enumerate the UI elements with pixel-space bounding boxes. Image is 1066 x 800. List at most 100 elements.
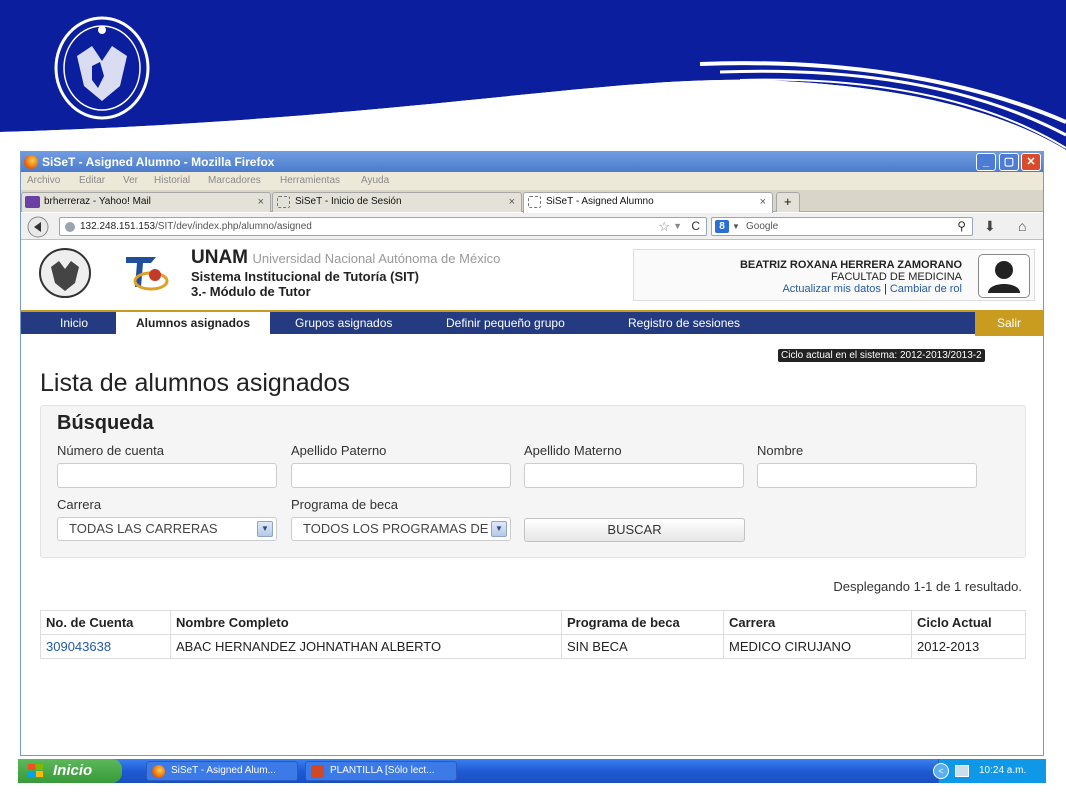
menu-ayuda[interactable]: Ayuda — [361, 175, 389, 186]
url-path: /SIT/dev/index.php/alumno/asigned — [155, 221, 312, 232]
dropdown-icon[interactable]: ▼ — [673, 218, 682, 235]
tab-close-icon[interactable]: × — [509, 193, 515, 211]
window-titlebar: SiSeT - Asigned Alumno - Mozilla Firefox… — [21, 152, 1043, 172]
firefox-icon — [24, 155, 38, 169]
cell-beca: SIN BECA — [561, 634, 724, 659]
slide-header — [0, 0, 1066, 150]
nav-grupos-asignados[interactable]: Grupos asignados — [275, 312, 412, 336]
unam-fullname: Universidad Nacional Autónoma de México — [252, 251, 501, 266]
navigation-toolbar: 132.248.151.153/SIT/dev/index.php/alumno… — [21, 213, 1043, 240]
col-carrera-header[interactable]: Carrera — [723, 610, 912, 635]
beca-select[interactable]: TODOS LOS PROGRAMAS DE ▼ — [291, 517, 511, 541]
tab-label: SiSeT - Asigned Alumno — [546, 196, 654, 207]
taskbar-firefox-button[interactable]: SiSeT - Asigned Alum... — [146, 761, 298, 781]
taskbar: Inicio SiSeT - Asigned Alum... PLANTILLA… — [18, 759, 1046, 783]
menu-marcadores[interactable]: Marcadores — [208, 175, 261, 186]
module-name: 3.- Módulo de Tutor — [191, 284, 311, 299]
col-cuenta-header[interactable]: No. de Cuenta — [40, 610, 171, 635]
powerpoint-icon — [311, 765, 324, 778]
cuenta-label: Número de cuenta — [57, 443, 164, 458]
chevron-down-icon[interactable]: ▼ — [491, 521, 507, 537]
user-silhouette-icon — [981, 257, 1027, 295]
chevron-down-icon[interactable]: ▼ — [257, 521, 273, 537]
downloads-icon[interactable]: ⬇ — [984, 218, 996, 235]
menu-historial[interactable]: Historial — [154, 175, 190, 186]
user-faculty: FACULTAD DE MEDICINA — [831, 271, 962, 283]
tab-yahoo-mail[interactable]: brherreraz - Yahoo! Mail × — [21, 192, 271, 212]
reload-icon[interactable]: C — [691, 218, 700, 235]
nombre-label: Nombre — [757, 443, 804, 458]
back-icon[interactable] — [27, 216, 49, 238]
close-window-button[interactable]: ✕ — [1021, 153, 1041, 171]
clock: 10:24 a.m. — [979, 765, 1027, 776]
materno-input[interactable] — [524, 463, 744, 488]
page-content: UNAM Universidad Nacional Autónoma de Mé… — [21, 241, 1043, 755]
paterno-input[interactable] — [291, 463, 511, 488]
search-button[interactable]: BUSCAR — [524, 518, 745, 542]
taskbar-firefox-label: SiSeT - Asigned Alum... — [171, 765, 276, 776]
menu-ver[interactable]: Ver — [123, 175, 138, 186]
avatar — [978, 254, 1030, 298]
cell-cuenta: 309043638 — [40, 634, 171, 659]
nav-alumnos-asignados[interactable]: Alumnos asignados — [116, 312, 271, 336]
bookmark-star-icon[interactable]: ☆ — [658, 218, 670, 235]
menu-bar: Archivo Editar Ver Historial Marcadores … — [21, 172, 1043, 190]
sit-logo — [126, 257, 169, 291]
tab-close-icon[interactable]: × — [258, 193, 264, 211]
col-ciclo-header[interactable]: Ciclo Actual — [911, 610, 1026, 635]
unam-wordmark: UNAM — [191, 247, 248, 268]
beca-selected: TODOS LOS PROGRAMAS DE — [303, 521, 489, 536]
tab-close-icon[interactable]: × — [760, 193, 766, 211]
page-icon — [277, 196, 290, 208]
address-bar[interactable]: 132.248.151.153/SIT/dev/index.php/alumno… — [59, 217, 707, 236]
student-account-link[interactable]: 309043638 — [46, 639, 111, 654]
system-name: Sistema Institucional de Tutoría (SIT) — [191, 269, 420, 284]
slide-banner-graphic — [0, 0, 1066, 150]
nombre-input[interactable] — [757, 463, 977, 488]
globe-icon — [65, 222, 75, 232]
nav-registro-sesiones[interactable]: Registro de sesiones — [608, 312, 760, 336]
search-bar[interactable]: 8 ▼ Google ⚲ — [711, 217, 973, 236]
engine-dropdown-icon[interactable]: ▼ — [732, 218, 740, 235]
nav-definir-grupo[interactable]: Definir pequeño grupo — [426, 312, 585, 336]
start-button[interactable]: Inicio — [18, 759, 122, 783]
carrera-selected: TODAS LAS CARRERAS — [69, 521, 218, 536]
tab-bar: brherreraz - Yahoo! Mail × SiSeT - Inici… — [21, 190, 1043, 213]
unam-seal-logo — [52, 16, 152, 120]
carrera-select[interactable]: TODAS LAS CARRERAS ▼ — [57, 517, 277, 541]
nav-inicio[interactable]: Inicio — [40, 312, 108, 336]
beca-label: Programa de beca — [291, 497, 398, 512]
google-engine-icon[interactable]: 8 — [715, 220, 729, 233]
tab-label: SiSeT - Inicio de Sesión — [295, 196, 402, 207]
network-icon[interactable] — [955, 765, 969, 777]
cell-ciclo: 2012-2013 — [911, 634, 1026, 659]
menu-archivo[interactable]: Archivo — [27, 175, 60, 186]
new-tab-button[interactable]: + — [776, 192, 800, 212]
change-role-link[interactable]: Cambiar de rol — [890, 283, 962, 295]
results-summary: Desplegando 1-1 de 1 resultado. — [833, 579, 1022, 594]
col-nombre-header[interactable]: Nombre Completo — [170, 610, 562, 635]
col-beca-header[interactable]: Programa de beca — [561, 610, 724, 635]
search-magnifier-icon[interactable]: ⚲ — [957, 218, 966, 235]
materno-label: Apellido Materno — [524, 443, 622, 458]
tab-asigned-alumno[interactable]: SiSeT - Asigned Alumno × — [523, 192, 773, 213]
search-panel: Búsqueda Número de cuenta Apellido Pater… — [40, 405, 1026, 558]
maximize-button[interactable]: ▢ — [999, 153, 1019, 171]
search-placeholder: Google — [746, 221, 779, 232]
menu-editar[interactable]: Editar — [79, 175, 105, 186]
search-heading: Búsqueda — [57, 412, 154, 434]
minimize-button[interactable]: _ — [976, 153, 996, 171]
table-row: 309043638 ABAC HERNANDEZ JOHNATHAN ALBER… — [40, 634, 1026, 659]
taskbar-powerpoint-button[interactable]: PLANTILLA [Sólo lect... — [305, 761, 457, 781]
cuenta-input[interactable] — [57, 463, 277, 488]
site-title: UNAM Universidad Nacional Autónoma de Mé… — [191, 247, 500, 299]
mail-icon — [25, 196, 40, 208]
update-data-link[interactable]: Actualizar mis datos — [782, 283, 880, 295]
logout-button[interactable]: Salir — [975, 312, 1043, 336]
home-icon[interactable]: ⌂ — [1018, 218, 1026, 234]
menu-herramientas[interactable]: Herramientas — [280, 175, 340, 186]
site-navigation: Inicio Alumnos asignados Grupos asignado… — [21, 310, 1043, 336]
window-title: SiSeT - Asigned Alumno - Mozilla Firefox — [42, 155, 275, 169]
tab-inicio-sesion[interactable]: SiSeT - Inicio de Sesión × — [272, 192, 522, 212]
tray-expand-icon[interactable]: < — [933, 763, 949, 779]
